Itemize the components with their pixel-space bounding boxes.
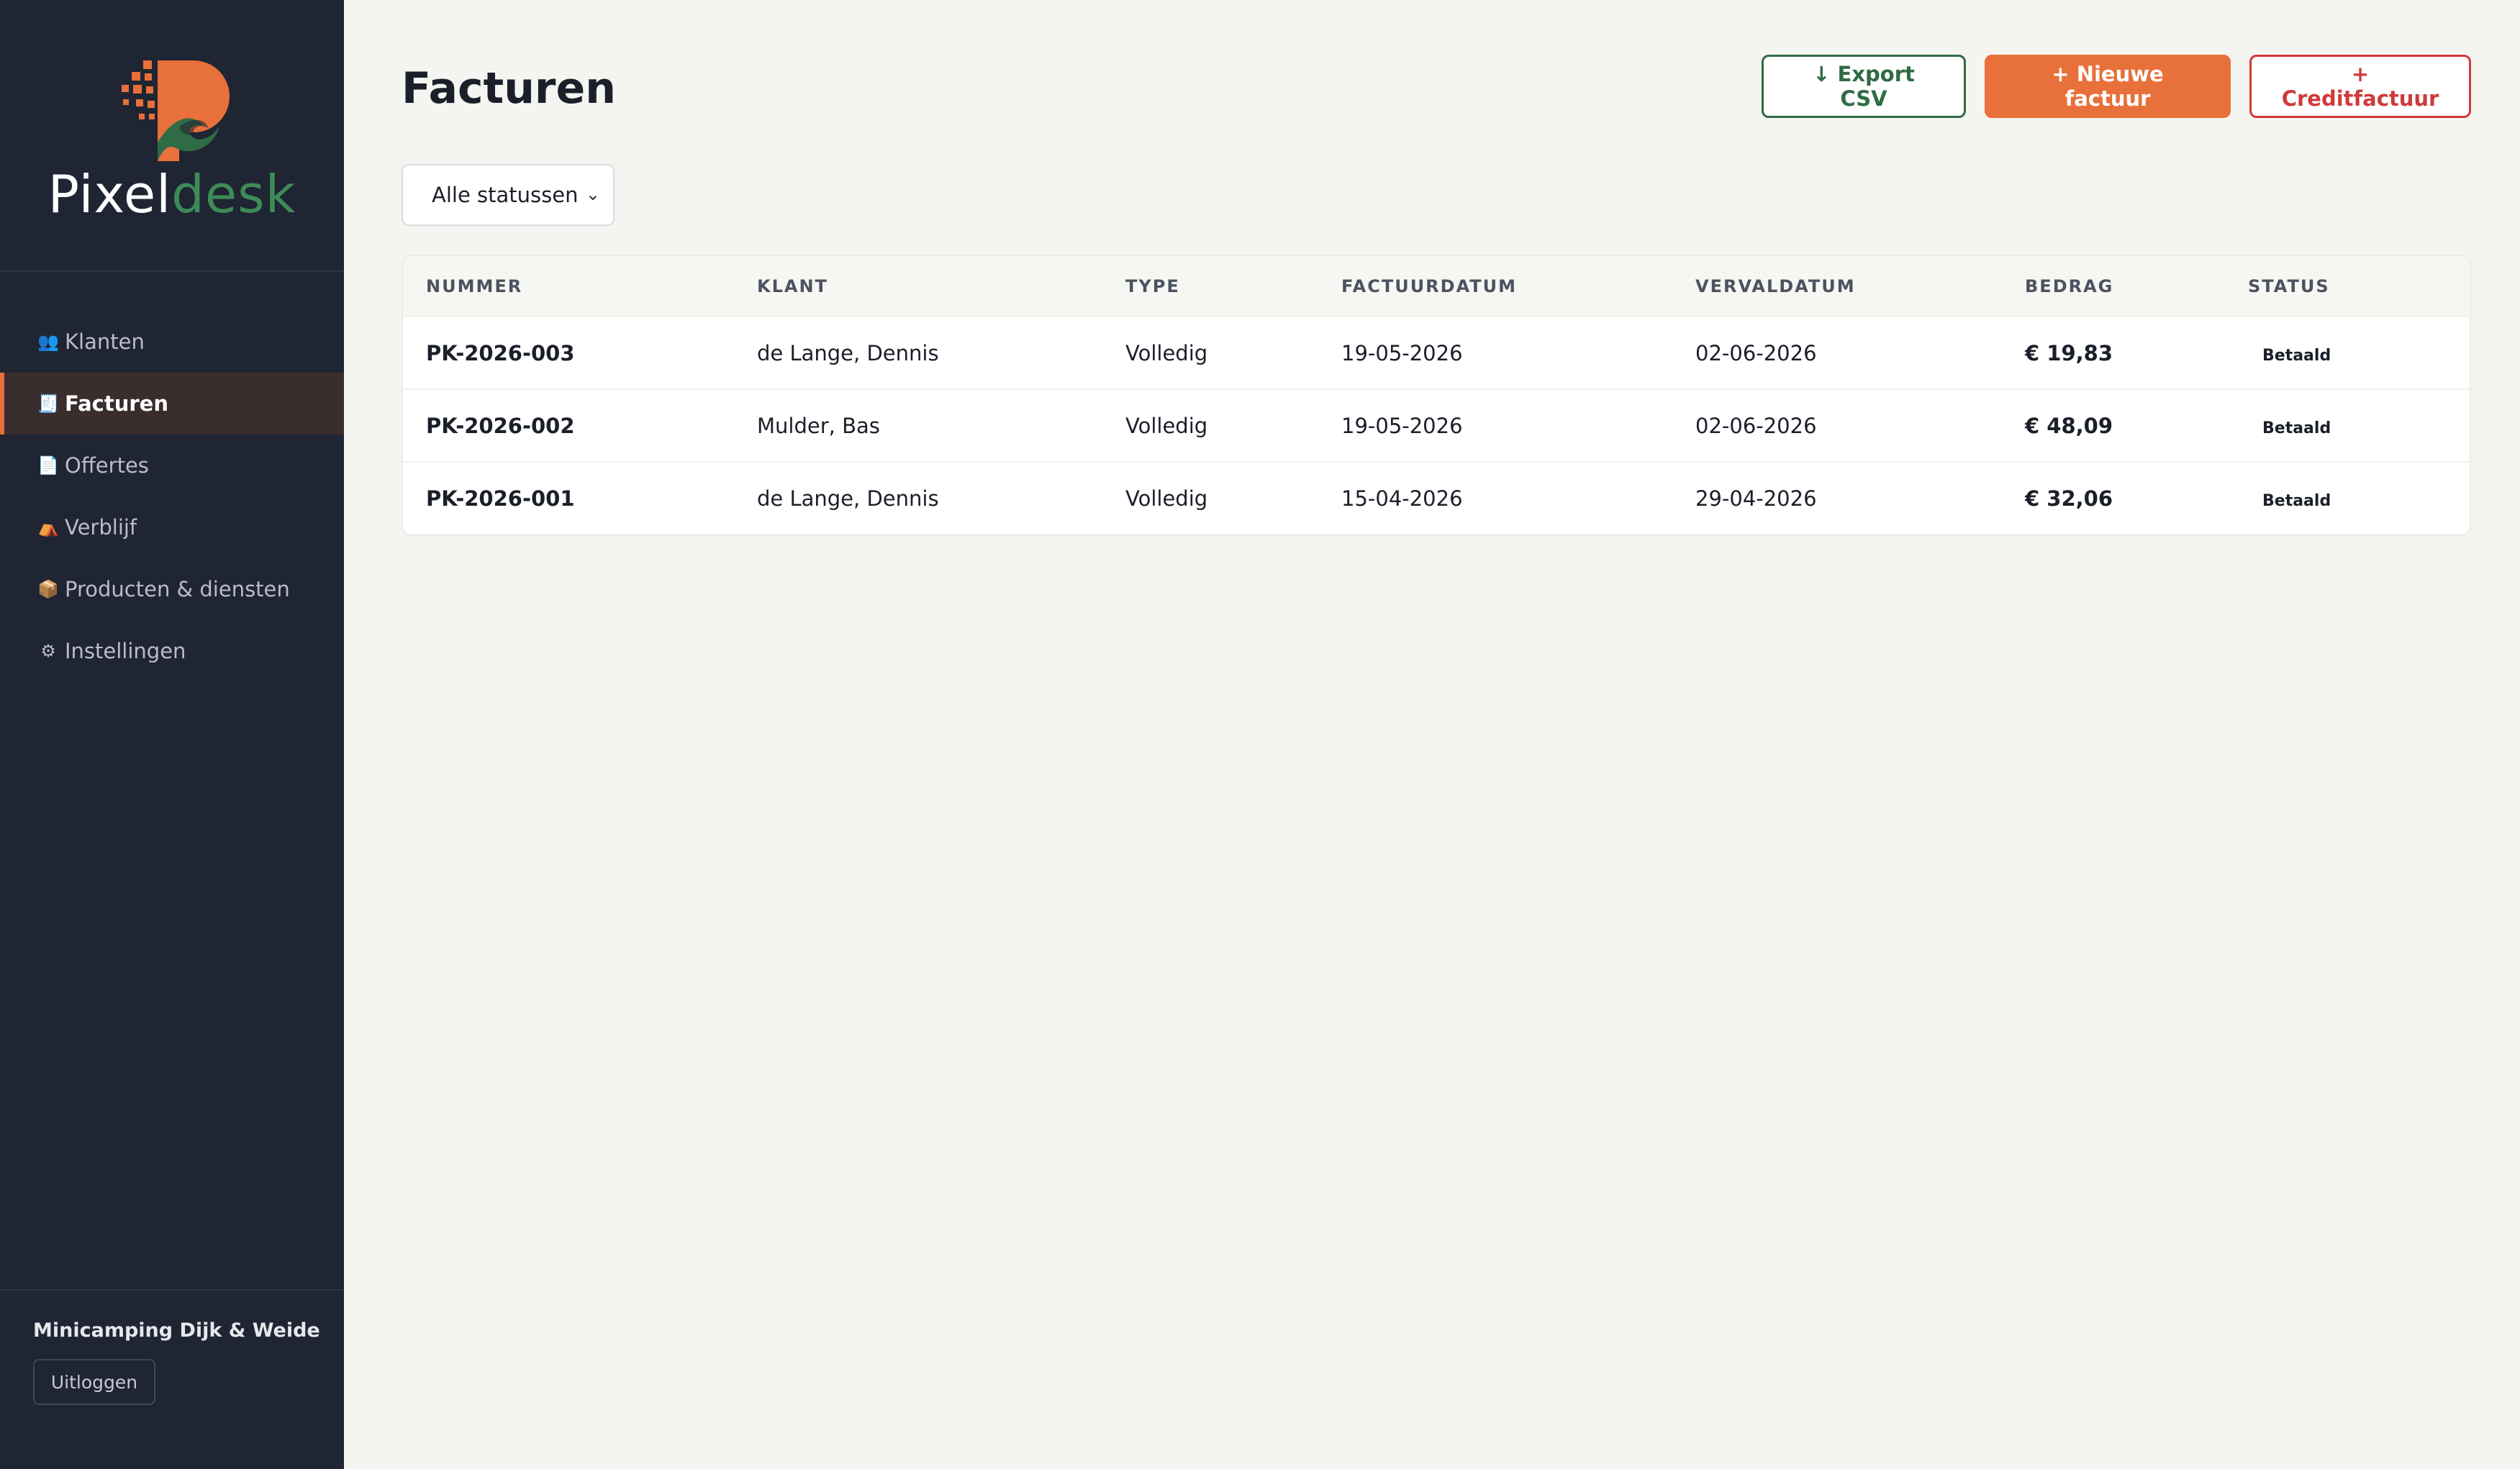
invoice-due-date: 02-06-2026 — [1695, 340, 1817, 365]
credit-invoice-button[interactable]: + Creditfactuur — [2249, 55, 2471, 118]
table-row[interactable]: PK-2026-003 de Lange, Dennis Volledig 19… — [403, 317, 2470, 389]
sidebar-item-label: Instellingen — [65, 639, 186, 663]
sidebar-footer: Minicamping Dijk & Weide Uitloggen — [0, 1289, 344, 1469]
column-header-type[interactable]: TYPE — [1102, 256, 1318, 317]
tent-icon: ⛺ — [37, 517, 59, 537]
invoice-amount: € 19,83 — [2025, 340, 2113, 365]
new-invoice-button[interactable]: + Nieuwe factuur — [1985, 55, 2231, 118]
table-row[interactable]: PK-2026-001 de Lange, Dennis Volledig 15… — [403, 462, 2470, 535]
column-header-factuurdatum[interactable]: FACTUURDATUM — [1318, 256, 1672, 317]
sidebar-item-label: Verblijf — [65, 515, 137, 540]
invoice-date: 19-05-2026 — [1341, 413, 1463, 438]
invoice-date: 19-05-2026 — [1341, 340, 1463, 365]
sidebar-item-label: Facturen — [65, 391, 168, 416]
brand-name-part1: Pixel — [47, 164, 172, 224]
logout-button[interactable]: Uitloggen — [33, 1359, 155, 1405]
sidebar-item-label: Producten & diensten — [65, 577, 290, 601]
status-badge: Betaald — [2262, 492, 2331, 510]
invoices-table: NUMMER KLANT TYPE FACTUURDATUM VERVALDAT… — [402, 255, 2471, 536]
document-icon: 📄 — [37, 455, 59, 476]
invoice-due-date: 02-06-2026 — [1695, 413, 1817, 438]
sidebar: Pixeldesk 👥 Klanten 🧾 Facturen 📄 Offerte… — [0, 0, 344, 1469]
invoice-client: de Lange, Dennis — [757, 486, 939, 511]
status-filter-value: Alle statussen — [432, 183, 579, 207]
pixeldesk-logo-icon — [122, 60, 230, 161]
column-header-nummer[interactable]: NUMMER — [403, 256, 734, 317]
column-header-klant[interactable]: KLANT — [734, 256, 1102, 317]
sidebar-item-facturen[interactable]: 🧾 Facturen — [0, 373, 344, 435]
brand-name: Pixeldesk — [48, 168, 296, 220]
invoice-number[interactable]: PK-2026-002 — [403, 389, 734, 462]
sidebar-item-label: Klanten — [65, 329, 145, 354]
table-header-row: NUMMER KLANT TYPE FACTUURDATUM VERVALDAT… — [403, 256, 2470, 317]
invoice-number[interactable]: PK-2026-003 — [403, 317, 734, 389]
chevron-down-icon: ⌄ — [585, 184, 600, 204]
invoice-type: Volledig — [1125, 413, 1208, 438]
invoice-date: 15-04-2026 — [1341, 486, 1463, 511]
sidebar-item-label: Offertes — [65, 453, 149, 478]
invoice-number[interactable]: PK-2026-001 — [403, 462, 734, 535]
status-filter-select[interactable]: Alle statussen ⌄ — [402, 164, 615, 226]
status-badge: Betaald — [2262, 419, 2331, 437]
sidebar-item-instellingen[interactable]: ⚙ Instellingen — [0, 620, 344, 682]
column-header-status[interactable]: STATUS — [2225, 256, 2470, 317]
invoice-amount: € 32,06 — [2025, 486, 2113, 511]
receipt-icon: 🧾 — [37, 394, 59, 414]
invoice-client: Mulder, Bas — [757, 413, 880, 438]
brand-name-part2: desk — [171, 164, 296, 224]
main-content: Facturen ↓ Export CSV + Nieuwe factuur +… — [344, 0, 2520, 1469]
header-actions: ↓ Export CSV + Nieuwe factuur + Creditfa… — [1762, 55, 2471, 118]
invoice-type: Volledig — [1125, 486, 1208, 511]
sidebar-item-verblijf[interactable]: ⛺ Verblijf — [0, 496, 344, 558]
table-row[interactable]: PK-2026-002 Mulder, Bas Volledig 19-05-2… — [403, 389, 2470, 462]
organization-name: Minicamping Dijk & Weide — [33, 1319, 320, 1342]
sidebar-nav: 👥 Klanten 🧾 Facturen 📄 Offertes ⛺ Verbli… — [0, 272, 344, 1289]
column-header-bedrag[interactable]: BEDRAG — [2002, 256, 2225, 317]
invoice-type: Volledig — [1125, 340, 1208, 365]
people-icon: 👥 — [37, 332, 59, 352]
sidebar-item-offertes[interactable]: 📄 Offertes — [0, 435, 344, 496]
status-badge: Betaald — [2262, 346, 2331, 365]
invoice-due-date: 29-04-2026 — [1695, 486, 1817, 511]
box-icon: 📦 — [37, 579, 59, 599]
brand-logo[interactable]: Pixeldesk — [0, 0, 344, 272]
invoice-client: de Lange, Dennis — [757, 340, 939, 365]
gear-icon: ⚙ — [40, 641, 56, 661]
invoice-amount: € 48,09 — [2025, 413, 2113, 438]
sidebar-item-producten[interactable]: 📦 Producten & diensten — [0, 558, 344, 620]
column-header-vervaldatum[interactable]: VERVALDATUM — [1672, 256, 2002, 317]
export-csv-button[interactable]: ↓ Export CSV — [1762, 55, 1966, 118]
page-title: Facturen — [402, 63, 616, 114]
sidebar-item-klanten[interactable]: 👥 Klanten — [0, 311, 344, 373]
